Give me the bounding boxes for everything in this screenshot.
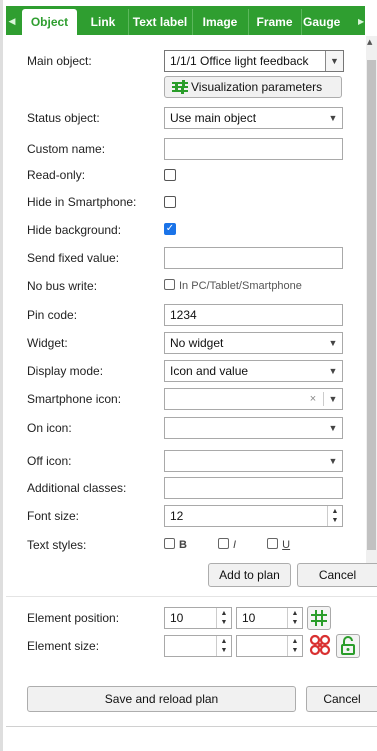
italic-label: I xyxy=(233,539,237,551)
size-width-input[interactable]: ▲ ▼ xyxy=(164,635,232,657)
read-only-checkbox[interactable] xyxy=(164,169,176,181)
additional-classes-label: Additional classes: xyxy=(27,481,127,495)
no-bus-write-label: No bus write: xyxy=(27,279,98,293)
chevron-down-icon: ▼ xyxy=(328,338,338,348)
main-object-label: Main object: xyxy=(27,54,92,68)
sliders-icon xyxy=(171,80,189,100)
no-bus-write-checkbox[interactable] xyxy=(164,279,175,290)
custom-name-input[interactable] xyxy=(164,138,343,160)
tab-gauge[interactable]: Gauge xyxy=(303,9,363,35)
tab-text-label[interactable]: Text label xyxy=(129,9,191,35)
pin-code-input[interactable]: 1234 xyxy=(164,304,343,326)
tab-frame[interactable]: Frame xyxy=(249,9,300,35)
scrollbar-thumb[interactable] xyxy=(367,60,376,550)
display-mode-select[interactable]: Icon and value ▼ xyxy=(164,360,343,382)
read-only-label: Read-only: xyxy=(27,168,86,182)
font-size-input[interactable]: 12 ▲ ▼ xyxy=(164,505,343,527)
font-size-value: 12 xyxy=(170,509,184,523)
chevron-down-icon: ▼ xyxy=(328,366,338,376)
pin-code-label: Pin code: xyxy=(27,308,78,322)
grid-button[interactable] xyxy=(307,606,331,630)
no-bus-write-option[interactable]: In PC/Tablet/Smartphone xyxy=(164,279,302,292)
hide-background-checkbox[interactable]: ✓ xyxy=(164,223,176,235)
stepper-icon[interactable]: ▲ ▼ xyxy=(327,506,342,526)
element-position-label: Element position: xyxy=(27,611,120,625)
tab-object[interactable]: Object xyxy=(22,9,77,35)
visualization-parameters-button[interactable]: Visualization parameters xyxy=(164,76,342,98)
italic-option[interactable]: I xyxy=(218,538,237,551)
send-fixed-value-input[interactable] xyxy=(164,247,343,269)
off-icon-select[interactable]: ▼ xyxy=(164,450,343,472)
main-object-select[interactable]: 1/1/1 Office light feedback ▼ xyxy=(164,50,344,72)
add-to-plan-button[interactable]: Add to plan xyxy=(208,563,291,587)
bottom-border xyxy=(6,726,377,727)
size-height-input[interactable]: ▲ ▼ xyxy=(236,635,303,657)
chevron-down-icon: ▼ xyxy=(328,394,338,404)
off-icon-label: Off icon: xyxy=(27,454,72,468)
tab-image[interactable]: Image xyxy=(193,9,247,35)
grid-icon xyxy=(311,610,327,626)
hide-smartphone-label: Hide in Smartphone: xyxy=(27,195,137,209)
element-size-label: Element size: xyxy=(27,639,100,653)
widget-label: Widget: xyxy=(27,336,68,350)
bold-checkbox[interactable] xyxy=(164,538,175,549)
status-object-value: Use main object xyxy=(170,111,257,125)
scroll-up-icon[interactable]: ▲ xyxy=(367,38,372,46)
left-border xyxy=(0,0,3,751)
underline-option[interactable]: U xyxy=(267,538,291,551)
chevron-down-icon: ▼ xyxy=(328,423,338,433)
italic-checkbox[interactable] xyxy=(218,538,230,549)
hide-background-label: Hide background: xyxy=(27,223,122,237)
stepper-icon[interactable]: ▲ ▼ xyxy=(216,636,231,656)
smartphone-icon-select[interactable]: × ▼ xyxy=(164,388,343,410)
send-fixed-value-label: Send fixed value: xyxy=(27,251,120,265)
unlock-icon xyxy=(341,636,355,655)
position-x-value: 10 xyxy=(170,611,184,625)
chevron-down-icon: ▼ xyxy=(328,113,338,123)
widget-select[interactable]: No widget ▼ xyxy=(164,332,343,354)
widget-value: No widget xyxy=(170,336,224,350)
smartphone-icon-label: Smartphone icon: xyxy=(27,392,122,406)
save-and-reload-plan-button[interactable]: Save and reload plan xyxy=(27,686,296,712)
underline-label: U xyxy=(282,539,291,551)
stepper-icon[interactable]: ▲ ▼ xyxy=(287,636,302,656)
on-icon-label: On icon: xyxy=(27,421,72,435)
tab-separator xyxy=(301,9,302,35)
chevron-down-icon: ▼ xyxy=(328,456,338,466)
font-size-label: Font size: xyxy=(27,509,80,523)
stepper-icon[interactable]: ▲ ▼ xyxy=(287,608,302,628)
stepper-icon[interactable]: ▲ ▼ xyxy=(216,608,231,628)
bold-label: B xyxy=(179,539,187,551)
clear-icon[interactable]: × xyxy=(306,389,320,409)
underline-checkbox[interactable] xyxy=(267,538,279,549)
tab-bar: ◀ Object Link Text label Image Frame Gau… xyxy=(6,6,365,35)
cancel-button[interactable]: Cancel xyxy=(297,563,377,587)
visualization-parameters-label: Visualization parameters xyxy=(191,80,323,94)
resize-icon xyxy=(309,634,331,656)
divider xyxy=(6,596,377,597)
position-x-input[interactable]: 10 ▲ ▼ xyxy=(164,607,232,629)
status-object-select[interactable]: Use main object ▼ xyxy=(164,107,343,129)
chevron-down-icon: ▼ xyxy=(325,51,343,71)
tab-link[interactable]: Link xyxy=(80,9,126,35)
no-bus-write-option-label: In PC/Tablet/Smartphone xyxy=(179,280,302,292)
additional-classes-input[interactable] xyxy=(164,477,343,499)
text-styles-group: B I U xyxy=(164,538,290,551)
display-mode-label: Display mode: xyxy=(27,364,104,378)
custom-name-label: Custom name: xyxy=(27,142,106,156)
status-object-label: Status object: xyxy=(27,111,100,125)
resize-button[interactable] xyxy=(308,634,332,658)
position-y-input[interactable]: 10 ▲ ▼ xyxy=(236,607,303,629)
lock-button[interactable] xyxy=(336,634,360,658)
text-styles-label: Text styles: xyxy=(27,538,87,552)
hide-smartphone-checkbox[interactable] xyxy=(164,196,176,208)
cancel-plan-button[interactable]: Cancel xyxy=(306,686,377,712)
display-mode-value: Icon and value xyxy=(170,364,249,378)
main-object-value: 1/1/1 Office light feedback xyxy=(170,54,309,68)
bold-option[interactable]: B xyxy=(164,538,187,551)
on-icon-select[interactable]: ▼ xyxy=(164,417,343,439)
position-y-value: 10 xyxy=(242,611,256,625)
tab-scroll-left-icon[interactable]: ◀ xyxy=(6,9,18,35)
tab-scroll-right-icon[interactable]: ▶ xyxy=(358,9,365,35)
